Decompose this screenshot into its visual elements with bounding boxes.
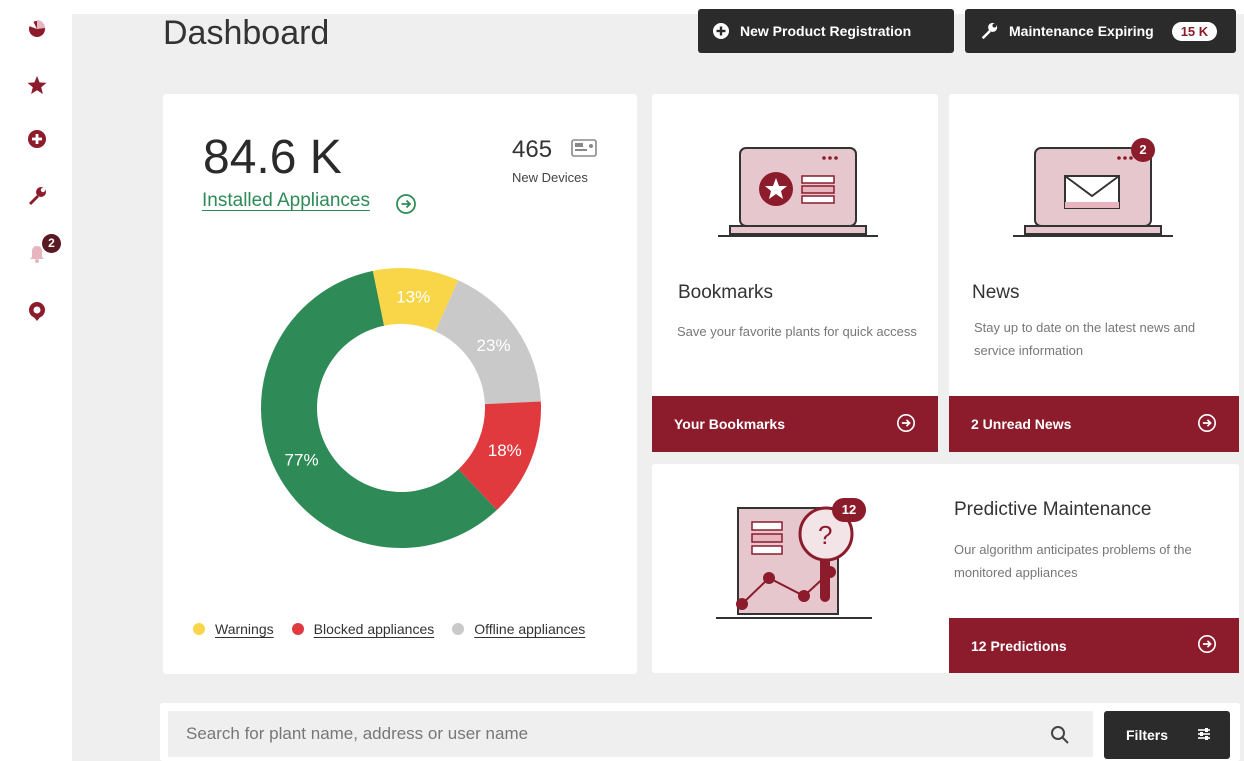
legend-dot xyxy=(193,623,205,635)
page-title: Dashboard xyxy=(163,14,330,52)
predictions-label: 12 Predictions xyxy=(971,637,1067,654)
arrow-right-circle-icon xyxy=(1197,634,1217,657)
predictive-maintenance-title: Predictive Maintenance xyxy=(954,499,1152,520)
search-bar: Filters xyxy=(160,703,1240,761)
predictive-maintenance-card: ? 12 Predictive Maintenance Our algorith… xyxy=(652,464,1239,673)
legend-item[interactable]: Blocked appliances xyxy=(291,621,435,637)
arrow-right-circle-icon[interactable] xyxy=(395,193,417,220)
predictions-count-badge: 12 xyxy=(832,498,866,522)
bookmarks-description: Save your favorite plants for quick acce… xyxy=(677,324,917,339)
legend-label: Offline appliances xyxy=(474,621,586,637)
chart-legend: Warnings Blocked appliances Offline applia… xyxy=(193,621,603,637)
legend-item[interactable]: Offline appliances xyxy=(452,621,585,637)
filters-label: Filters xyxy=(1126,727,1169,743)
bookmarks-laptop-illustration xyxy=(718,144,878,245)
legend-dot xyxy=(452,623,465,635)
plus-circle-icon[interactable] xyxy=(26,128,48,150)
your-bookmarks-label: Your Bookmarks xyxy=(674,416,785,432)
device-icon xyxy=(571,139,597,164)
maintenance-expiring-button[interactable]: Maintenance Expiring 15 K xyxy=(965,9,1236,53)
new-product-registration-button[interactable]: New Product Registration xyxy=(698,9,954,53)
unread-news-label: 2 Unread News xyxy=(971,416,1072,432)
maintenance-count-badge: 15 K xyxy=(1171,21,1218,41)
new-devices-count: 465 xyxy=(512,136,553,163)
installed-appliances-count: 84.6 K xyxy=(203,131,342,184)
legend-label: Blocked appliances xyxy=(313,621,435,637)
plus-circle-icon xyxy=(712,22,730,40)
new-devices-label: New Devices xyxy=(512,170,588,185)
news-description: Stay up to date on the latest news and s… xyxy=(974,320,1196,358)
news-count-badge: 2 xyxy=(1131,138,1155,162)
installed-appliances-link[interactable]: Installed Appliances xyxy=(202,190,370,212)
predictive-maintenance-description: Our algorithm anticipates problems of th… xyxy=(954,542,1192,580)
maintenance-label: Maintenance Expiring xyxy=(1009,23,1154,39)
predictions-button[interactable]: 12 Predictions xyxy=(949,618,1239,673)
pie-chart-icon[interactable] xyxy=(26,17,48,39)
appliances-donut-chart: 77% 13% 23% 18% xyxy=(261,268,541,548)
arrow-right-circle-icon xyxy=(1197,413,1217,436)
wrench-icon[interactable] xyxy=(26,185,48,207)
wrench-icon xyxy=(979,21,999,41)
your-bookmarks-button[interactable]: Your Bookmarks xyxy=(652,396,938,452)
news-card: 2 News Stay up to date on the latest new… xyxy=(949,94,1239,452)
filters-button[interactable]: Filters xyxy=(1104,711,1230,759)
unread-news-button[interactable]: 2 Unread News xyxy=(949,396,1239,452)
news-title: News xyxy=(972,282,1020,303)
svg-text:?: ? xyxy=(818,520,832,550)
donut-slice-label: 23% xyxy=(477,336,511,355)
notification-badge: 2 xyxy=(42,234,61,253)
legend-label: Warnings xyxy=(215,621,274,637)
search-icon[interactable] xyxy=(1050,725,1070,750)
sidebar: 2 xyxy=(0,0,72,761)
sliders-icon xyxy=(1196,726,1212,745)
bookmarks-title: Bookmarks xyxy=(678,282,774,303)
appliances-card: 84.6 K Installed Appliances 465 New Devi… xyxy=(163,94,637,674)
search-input[interactable] xyxy=(168,711,1093,757)
location-pin-icon[interactable] xyxy=(26,300,48,322)
donut-slice-label: 13% xyxy=(396,288,430,307)
arrow-right-circle-icon xyxy=(896,413,916,436)
star-icon[interactable] xyxy=(26,74,48,96)
legend-item[interactable]: Warnings xyxy=(193,621,274,637)
bookmarks-card: Bookmarks Save your favorite plants for … xyxy=(652,94,938,452)
donut-slice-label: 18% xyxy=(488,441,522,460)
donut-slice-label: 77% xyxy=(285,451,319,470)
legend-dot xyxy=(291,623,304,635)
new-product-label: New Product Registration xyxy=(740,23,912,39)
